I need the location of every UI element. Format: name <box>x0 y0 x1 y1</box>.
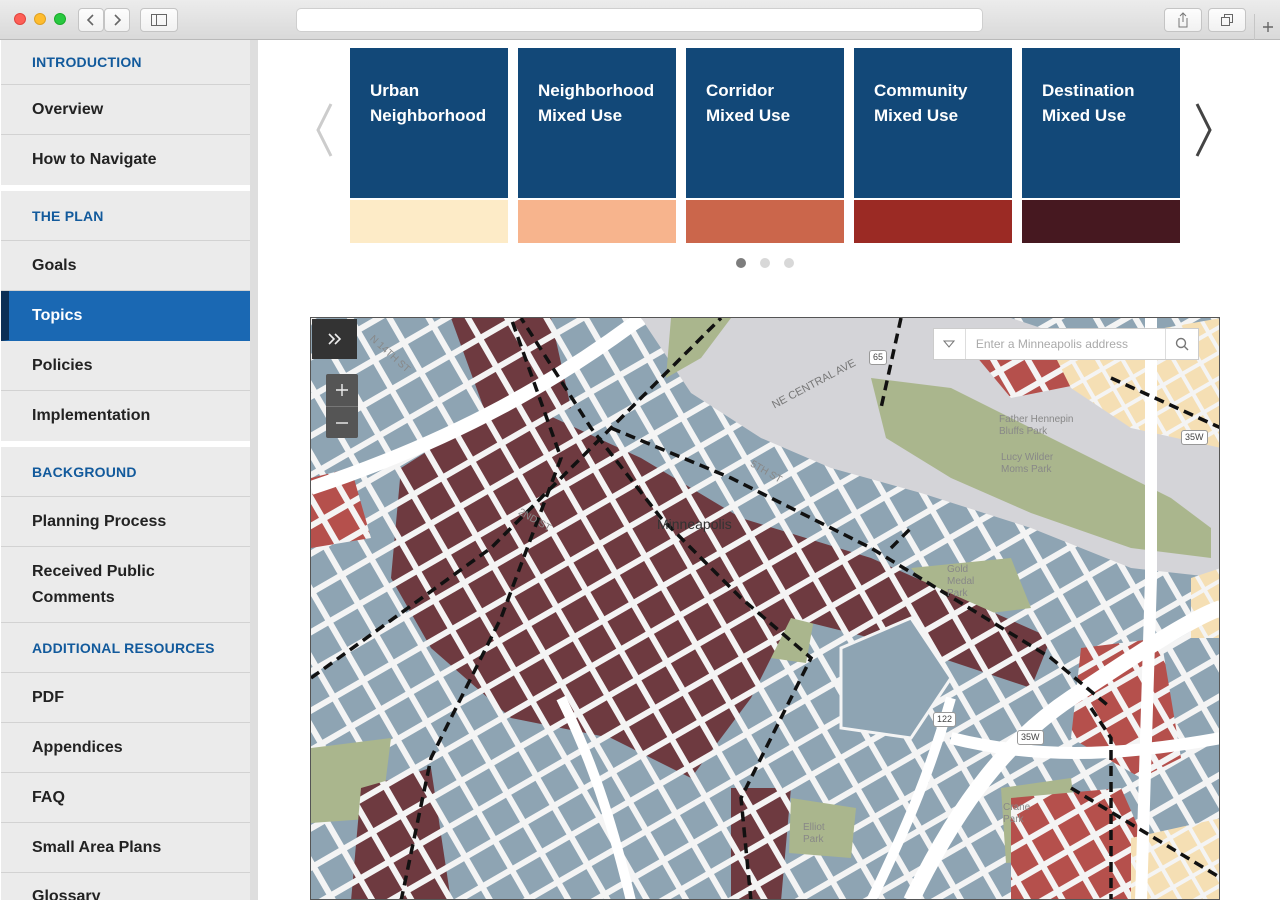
chevron-right-icon <box>114 14 122 26</box>
park-label-crane: Crane Park <box>1003 802 1031 825</box>
sidebar-toggle-button[interactable] <box>140 8 178 32</box>
highway-shield-122: 122 <box>933 712 957 727</box>
carousel-card-community-mixed-use[interactable]: Community Mixed Use <box>854 48 1012 243</box>
sidebar-item-faq[interactable]: FAQ <box>1 773 250 823</box>
browser-toolbar <box>0 0 1280 40</box>
sidebar-section-background: BACKGROUND <box>1 447 250 497</box>
land-use-carousel: Urban Neighborhood Neighborhood Mixed Use … <box>296 40 1231 280</box>
chevron-left-icon <box>86 14 94 26</box>
card-title: Community Mixed Use <box>854 48 1012 198</box>
carousel-prev-button[interactable] <box>314 102 334 158</box>
sidebar-item-planning-process[interactable]: Planning Process <box>1 497 250 547</box>
map-city-label: Minneapolis <box>657 516 732 532</box>
highway-shield-65: 65 <box>869 350 888 365</box>
sidebar-item-implementation[interactable]: Implementation <box>1 391 250 441</box>
carousel-page-dot-1[interactable] <box>736 258 746 268</box>
back-button[interactable] <box>78 8 104 32</box>
map-tiles[interactable] <box>311 318 1220 900</box>
sidebar-item-policies[interactable]: Policies <box>1 341 250 391</box>
carousel-card-neighborhood-mixed-use[interactable]: Neighborhood Mixed Use <box>518 48 676 243</box>
sidebar-item-glossary[interactable]: Glossary <box>1 873 250 900</box>
sidebar-item-goals[interactable]: Goals <box>1 241 250 291</box>
sidebar-item-overview[interactable]: Overview <box>1 85 250 135</box>
caret-down-icon <box>943 340 956 348</box>
sidebar-icon <box>151 14 167 26</box>
search-source-dropdown[interactable] <box>934 329 966 359</box>
card-color-swatch <box>686 200 844 243</box>
card-title: Destination Mixed Use <box>1022 48 1180 198</box>
sidebar-nav: INTRODUCTION Overview How to Navigate TH… <box>0 40 258 900</box>
tabs-icon <box>1221 14 1233 26</box>
zoom-window-icon[interactable] <box>54 13 66 25</box>
map-zoom-control <box>326 374 358 438</box>
sidebar-item-pdf[interactable]: PDF <box>1 673 250 723</box>
sidebar-item-received-public-comments[interactable]: Received Public Comments <box>1 547 250 623</box>
plus-icon <box>1262 22 1273 32</box>
forward-button[interactable] <box>104 8 130 32</box>
sidebar-section-introduction: INTRODUCTION <box>1 40 250 85</box>
zoom-out-button[interactable] <box>326 406 358 438</box>
park-label-father-hennepin: Father Hennepin Bluffs Park <box>999 414 1074 437</box>
plus-icon <box>336 384 348 396</box>
double-chevron-right-icon <box>327 333 341 345</box>
card-title: Urban Neighborhood <box>350 48 508 198</box>
card-color-swatch <box>854 200 1012 243</box>
carousel-page-dot-3[interactable] <box>784 258 794 268</box>
card-color-swatch <box>1022 200 1180 243</box>
search-icon <box>1175 337 1189 351</box>
carousel-next-button[interactable] <box>1194 102 1214 158</box>
highway-shield-35w-south: 35W <box>1017 730 1044 745</box>
card-color-swatch <box>350 200 508 243</box>
address-bar[interactable] <box>296 8 983 32</box>
sidebar-item-how-to-navigate[interactable]: How to Navigate <box>1 135 250 185</box>
carousel-card-corridor-mixed-use[interactable]: Corridor Mixed Use <box>686 48 844 243</box>
land-use-map[interactable]: N 14TH ST NE CENTRAL AVE 5TH ST 2ND ST M… <box>310 317 1220 900</box>
park-label-gold-medal: Gold Medal Park <box>947 564 975 599</box>
minimize-window-icon[interactable] <box>34 13 46 25</box>
address-search-widget <box>933 328 1199 360</box>
carousel-card-destination-mixed-use[interactable]: Destination Mixed Use <box>1022 48 1180 243</box>
sidebar-section-the-plan: THE PLAN <box>1 191 250 241</box>
address-search-button[interactable] <box>1165 329 1198 359</box>
carousel-page-dot-2[interactable] <box>760 258 770 268</box>
card-color-swatch <box>518 200 676 243</box>
share-button[interactable] <box>1164 8 1202 32</box>
park-label-lucy-wilder: Lucy Wilder Moms Park <box>1001 452 1054 475</box>
sidebar-section-additional-resources: ADDITIONAL RESOURCES <box>1 623 250 673</box>
close-window-icon[interactable] <box>14 13 26 25</box>
sidebar-item-appendices[interactable]: Appendices <box>1 723 250 773</box>
new-tab-button[interactable] <box>1254 14 1280 40</box>
sidebar-item-topics[interactable]: Topics <box>1 291 250 341</box>
share-icon <box>1178 12 1188 28</box>
minus-icon <box>336 421 348 424</box>
park-label-elliot: Elliot Park <box>803 822 825 845</box>
carousel-card-urban-neighborhood[interactable]: Urban Neighborhood <box>350 48 508 243</box>
tabs-overview-button[interactable] <box>1208 8 1246 32</box>
zoom-in-button[interactable] <box>326 374 358 406</box>
address-search-input[interactable] <box>965 330 1166 358</box>
highway-shield-35w-north: 35W <box>1181 430 1208 445</box>
card-title: Neighborhood Mixed Use <box>518 48 676 198</box>
card-title: Corridor Mixed Use <box>686 48 844 198</box>
sidebar-item-small-area-plans[interactable]: Small Area Plans <box>1 823 250 873</box>
map-expand-panel-button[interactable] <box>312 319 357 359</box>
